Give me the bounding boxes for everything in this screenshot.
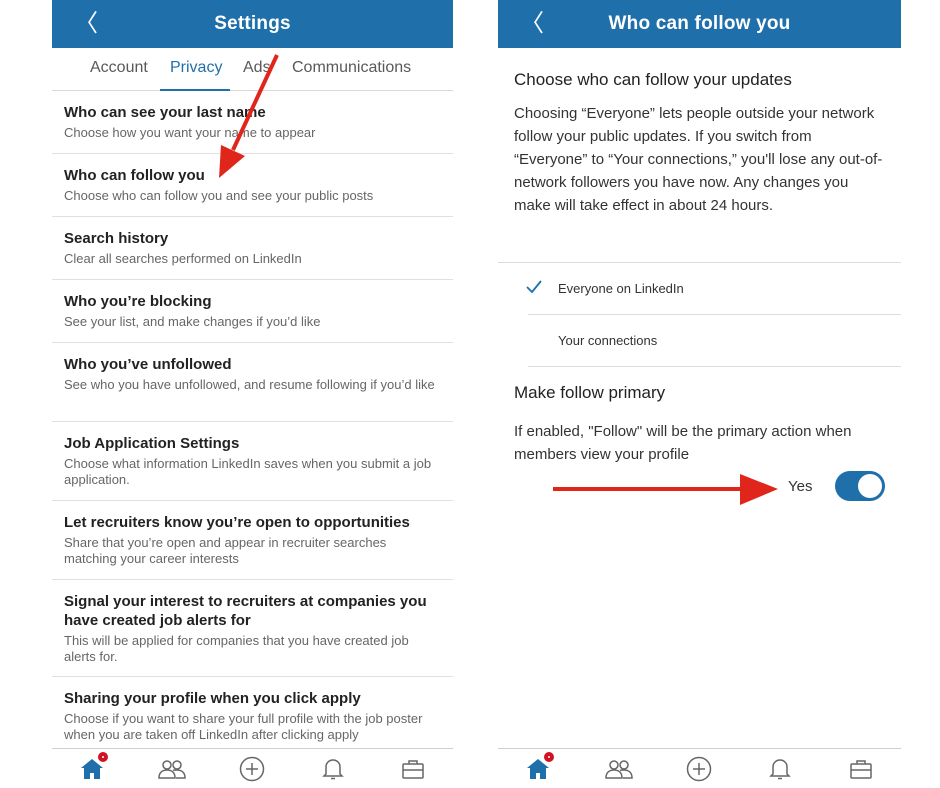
settings-header: 〈 Settings (52, 0, 453, 48)
my-network-icon (158, 759, 187, 779)
tab-ads[interactable]: Ads (243, 59, 271, 77)
privacy-settings-list: Who can see your last name Choose how yo… (52, 91, 453, 767)
settings-row-job-alert-interest[interactable]: Signal your interest to recruiters at co… (52, 580, 453, 677)
row-subtitle: See who you have unfollowed, and resume … (64, 377, 435, 392)
settings-row-blocking[interactable]: Who you’re blocking See your list, and m… (52, 280, 453, 343)
follow-primary-toggle-row: Yes (498, 471, 901, 503)
nav-home[interactable] (518, 749, 558, 785)
settings-row-last-name[interactable]: Who can see your last name Choose how yo… (52, 91, 453, 154)
page-title: Who can follow you (608, 13, 791, 34)
follow-primary-toggle[interactable] (835, 471, 885, 501)
toggle-label: Yes (788, 478, 813, 495)
follow-section-description: Choosing “Everyone” lets people outside … (514, 105, 883, 214)
briefcase-icon (402, 759, 424, 779)
row-title: Job Application Settings (64, 435, 240, 452)
settings-row-follow[interactable]: Who can follow you Choose who can follow… (52, 154, 453, 217)
nav-my-network[interactable] (152, 753, 192, 785)
toggle-knob (858, 474, 882, 498)
nav-my-network[interactable] (599, 753, 639, 785)
row-subtitle: Clear all searches performed on LinkedIn (64, 251, 302, 266)
row-subtitle: Choose how you want your name to appear (64, 125, 316, 140)
checkmark-icon (526, 280, 542, 294)
row-title: Let recruiters know you’re open to oppor… (64, 514, 410, 531)
settings-row-job-application[interactable]: Job Application Settings Choose what inf… (52, 422, 453, 501)
back-button[interactable]: 〈 (74, 10, 98, 36)
option-everyone[interactable]: Everyone on LinkedIn (498, 263, 901, 314)
option-your-connections[interactable]: Your connections (498, 315, 901, 366)
settings-tabs: Account Privacy Ads Communications (52, 48, 453, 91)
row-title: Who you’ve unfollowed (64, 356, 232, 373)
row-title: Search history (64, 230, 169, 247)
row-title: Who you’re blocking (64, 293, 212, 310)
back-button[interactable]: 〈 (520, 10, 544, 36)
notification-badge (542, 749, 557, 764)
option-label: Your connections (558, 333, 658, 348)
row-title: Who can follow you (64, 167, 205, 184)
tab-privacy[interactable]: Privacy (170, 59, 222, 77)
my-network-icon (605, 759, 633, 779)
settings-row-open-to-opportunities[interactable]: Let recruiters know you’re open to oppor… (52, 501, 453, 580)
follow-section-title: Choose who can follow your updates (514, 70, 792, 89)
notification-badge (96, 749, 111, 764)
row-subtitle: Choose who can follow you and see your p… (64, 188, 374, 203)
nav-notifications[interactable] (760, 753, 800, 785)
page-title: Settings (214, 13, 291, 34)
nav-jobs[interactable] (841, 753, 881, 785)
row-subtitle: Share that you’re open and appear in rec… (64, 535, 387, 566)
nav-jobs[interactable] (393, 753, 433, 785)
bell-icon (321, 758, 344, 779)
bell-icon (769, 758, 791, 779)
plus-circle-icon (687, 756, 712, 781)
row-title: Who can see your last name (64, 104, 266, 121)
follow-settings-screen: 〈 Who can follow you Choose who can foll… (498, 0, 901, 788)
briefcase-icon (849, 759, 872, 779)
active-tab-indicator (160, 89, 230, 91)
tab-communications[interactable]: Communications (292, 59, 411, 77)
row-subtitle: Choose if you want to share your full pr… (64, 711, 423, 742)
settings-screen: 〈 Settings Account Privacy Ads Communica… (52, 0, 453, 788)
row-subtitle: See your list, and make changes if you’d… (64, 314, 321, 329)
row-subtitle: This will be applied for companies that … (64, 633, 409, 664)
nav-post[interactable] (679, 753, 719, 785)
row-title: Signal your interest to recruiters at co… (64, 593, 427, 629)
settings-row-search-history[interactable]: Search history Clear all searches perfor… (52, 217, 453, 280)
nav-post[interactable] (232, 753, 272, 785)
row-subtitle: Choose what information LinkedIn saves w… (64, 456, 432, 487)
nav-home[interactable] (72, 749, 112, 785)
option-label: Everyone on LinkedIn (558, 281, 684, 296)
follow-primary-description: If enabled, "Follow" will be the primary… (514, 423, 852, 463)
settings-row-unfollowed[interactable]: Who you’ve unfollowed See who you have u… (52, 343, 453, 422)
nav-notifications[interactable] (313, 753, 353, 785)
tab-account[interactable]: Account (90, 59, 148, 77)
bottom-navigation (498, 748, 901, 788)
follow-header: 〈 Who can follow you (498, 0, 901, 48)
follow-primary-title: Make follow primary (514, 383, 666, 402)
bottom-navigation (52, 748, 453, 788)
plus-circle-icon (240, 756, 265, 781)
row-title: Sharing your profile when you click appl… (64, 690, 361, 707)
